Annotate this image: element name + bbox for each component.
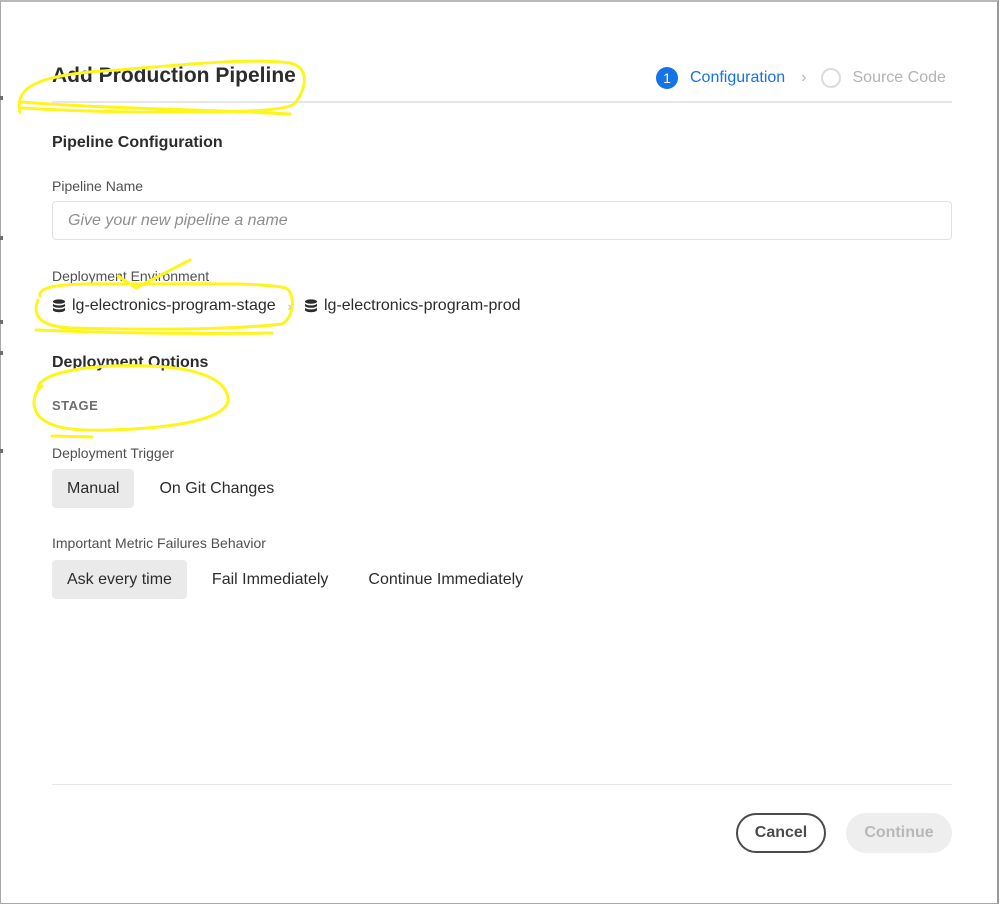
metric-failures-label: Important Metric Failures Behavior bbox=[52, 535, 266, 551]
database-icon bbox=[304, 299, 317, 313]
deployment-trigger-options: Manual On Git Changes bbox=[52, 469, 299, 508]
cancel-button[interactable]: Cancel bbox=[736, 813, 826, 853]
pipeline-name-input[interactable] bbox=[52, 201, 952, 240]
stage-label: STAGE bbox=[52, 398, 99, 413]
pipeline-name-label: Pipeline Name bbox=[52, 178, 144, 194]
environment-prod-name: lg-electronics-program-prod bbox=[323, 297, 521, 314]
environment-prod: lg-electronics-program-prod bbox=[304, 297, 521, 315]
deployment-options-heading: Deployment Options bbox=[52, 354, 209, 371]
stepper: 1 Configuration › Source Code bbox=[656, 66, 946, 90]
dialog-title: Add Production Pipeline bbox=[52, 64, 296, 87]
trigger-option-on-git-changes[interactable]: On Git Changes bbox=[144, 469, 289, 508]
chevron-right-icon: › bbox=[287, 298, 292, 314]
header-divider bbox=[52, 101, 952, 103]
continue-button[interactable]: Continue bbox=[846, 813, 952, 853]
metric-option-ask-every-time[interactable]: Ask every time bbox=[52, 560, 187, 599]
environment-stage: lg-electronics-program-stage bbox=[52, 297, 276, 315]
deployment-trigger-label: Deployment Trigger bbox=[52, 445, 175, 461]
footer-divider bbox=[52, 784, 952, 785]
deployment-environment-label: Deployment Environment bbox=[52, 268, 210, 284]
step-label-configuration: Configuration bbox=[690, 69, 786, 86]
metric-failures-options: Ask every time Fail Immediately Continue… bbox=[52, 560, 548, 599]
step-number-badge: 1 bbox=[656, 67, 678, 89]
trigger-option-manual[interactable]: Manual bbox=[52, 469, 135, 508]
deployment-environment-row: lg-electronics-program-stage › lg-electr… bbox=[52, 294, 521, 318]
metric-option-continue-immediately[interactable]: Continue Immediately bbox=[353, 560, 538, 599]
step-label-source-code: Source Code bbox=[852, 69, 946, 86]
step-empty-circle-icon bbox=[820, 68, 841, 88]
pipeline-configuration-heading: Pipeline Configuration bbox=[52, 134, 223, 151]
metric-option-fail-immediately[interactable]: Fail Immediately bbox=[197, 560, 343, 599]
environment-stage-name: lg-electronics-program-stage bbox=[72, 297, 276, 314]
chevron-right-icon: › bbox=[801, 69, 807, 86]
database-icon bbox=[53, 299, 65, 313]
